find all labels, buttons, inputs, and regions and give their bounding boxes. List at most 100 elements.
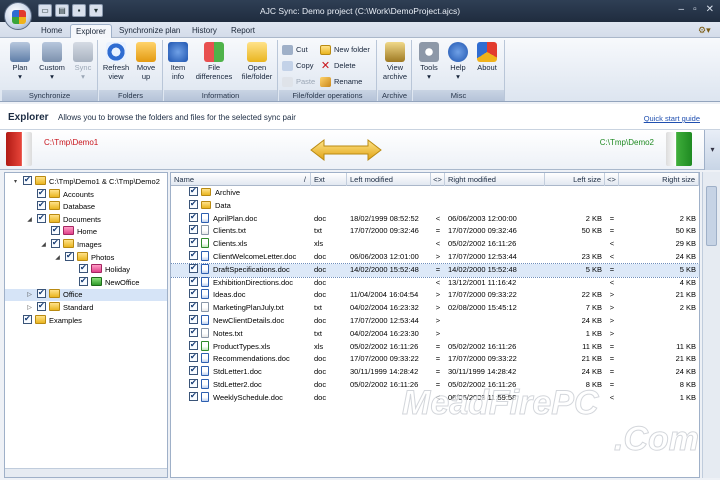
file-checkbox[interactable] (189, 263, 198, 275)
tree-checkbox[interactable] (79, 275, 88, 287)
file-row[interactable]: Clients.txt txt 17/07/2000 09:32:46 = 17/07/… (171, 225, 699, 238)
minimize-button[interactable]: – (679, 4, 685, 15)
tree-checkbox[interactable] (37, 300, 46, 312)
tree-checkbox[interactable] (23, 174, 32, 186)
column-compare-date[interactable]: <> (431, 173, 445, 186)
file-row[interactable]: NewClientDetails.doc doc 17/07/2000 12:53:… (171, 315, 699, 328)
column-name[interactable]: Name / (171, 173, 311, 186)
file-row[interactable]: ExhibitionDirections.doc doc <13/12/2001 1… (171, 276, 699, 290)
sync-button[interactable]: Sync ▾ (70, 42, 96, 81)
file-checkbox[interactable] (189, 187, 198, 198)
file-row[interactable]: ClientWelcomeLetter.doc doc 06/06/2003 12:… (171, 251, 699, 264)
tree-expander-icon[interactable]: ◢ (53, 252, 62, 264)
file-checkbox[interactable] (189, 353, 198, 364)
tree-checkbox[interactable] (37, 212, 46, 224)
tree-checkbox[interactable] (65, 250, 74, 262)
file-list[interactable]: Name / Ext Left modified <> Right modifie… (170, 172, 700, 478)
column-ext[interactable]: Ext (311, 173, 347, 186)
tree-node[interactable]: ◢ Photos (55, 250, 114, 264)
quick-start-link[interactable]: Quick start guide (644, 114, 700, 123)
maximize-button[interactable]: ▫ (693, 4, 697, 15)
plan-button[interactable]: Plan ▾ (6, 42, 34, 81)
cut-button[interactable]: Cut (281, 43, 308, 57)
tree-node[interactable]: ▷ Office (5, 287, 167, 302)
file-row[interactable]: Notes.txt txt 04/02/2004 16:23:30 >1 KB > (171, 327, 699, 341)
file-row[interactable]: ProductTypes.xls xls 05/02/2002 16:11:26 = 0… (171, 340, 699, 354)
file-row[interactable]: WeeklySchedule.doc doc <06/06/2003 11:59:5… (171, 391, 699, 405)
file-row[interactable]: AprilPlan.doc doc 18/02/1999 08:52:52 <06/0… (171, 212, 699, 226)
ribbon-style-icon[interactable]: ⚙▾ (698, 25, 712, 35)
file-checkbox[interactable] (189, 315, 198, 326)
new-folder-button[interactable]: New folder (319, 43, 370, 57)
refresh-view-button[interactable]: Refresh view (101, 42, 131, 81)
column-right-modified[interactable]: Right modified (445, 173, 545, 186)
file-row[interactable]: StdLetter2.doc doc 05/02/2002 16:11:26 = 05/… (171, 379, 699, 392)
tree-expander-icon[interactable]: ▾ (11, 176, 20, 188)
file-checkbox[interactable] (189, 251, 198, 262)
tree-node[interactable]: Accounts (37, 187, 94, 201)
file-row[interactable]: StdLetter1.doc doc 30/11/1999 14:28:42 = 30/… (171, 366, 699, 379)
file-differences-button[interactable]: File differences (192, 42, 236, 81)
scroll-thumb[interactable] (706, 186, 717, 246)
delete-button[interactable]: ✕ Delete (319, 59, 356, 73)
tree-checkbox[interactable] (51, 224, 60, 236)
open-file-folder-button[interactable]: Open file/folder (238, 42, 276, 81)
file-checkbox[interactable] (189, 366, 198, 377)
file-checkbox[interactable] (189, 302, 198, 313)
tools-button[interactable]: Tools ▾ (415, 42, 443, 81)
tree-checkbox[interactable] (37, 187, 46, 199)
file-row[interactable]: Archive (171, 187, 699, 200)
file-checkbox[interactable] (189, 340, 198, 351)
file-checkbox[interactable] (189, 199, 198, 211)
view-archive-button[interactable]: View archive (380, 42, 410, 81)
application-menu-button[interactable] (4, 2, 32, 30)
tree-node[interactable]: NewOffice (79, 275, 139, 289)
vertical-scrollbar[interactable] (702, 172, 720, 478)
file-checkbox[interactable] (189, 289, 198, 300)
file-checkbox[interactable] (189, 276, 198, 287)
column-left-modified[interactable]: Left modified (347, 173, 431, 186)
rename-button[interactable]: Rename (319, 75, 362, 89)
tree-node[interactable]: ▷Standard (27, 300, 93, 314)
file-checkbox[interactable] (189, 238, 198, 249)
copy-button[interactable]: Copy (281, 59, 314, 73)
file-checkbox[interactable] (189, 212, 198, 223)
tab-synchronize-plan[interactable]: Synchronize plan (114, 24, 185, 38)
tab-history[interactable]: History (187, 24, 222, 38)
file-checkbox[interactable] (189, 225, 198, 236)
tree-checkbox[interactable] (79, 262, 88, 274)
tree-checkbox[interactable] (23, 313, 32, 325)
tree-expander-icon[interactable]: ◢ (39, 239, 48, 251)
tree-checkbox[interactable] (37, 199, 46, 211)
close-button[interactable]: ✕ (706, 4, 714, 15)
about-button[interactable]: About (473, 42, 501, 73)
file-row[interactable]: Ideas.doc doc 11/04/2004 16:04:54 >17/07/20… (171, 289, 699, 302)
tree-expander-icon[interactable]: ◢ (25, 214, 34, 226)
paste-button[interactable]: Paste (281, 75, 315, 89)
move-up-button[interactable]: Move up (132, 42, 160, 81)
file-checkbox[interactable] (189, 391, 198, 403)
file-checkbox[interactable] (189, 327, 198, 339)
tree-node[interactable]: Database (37, 199, 95, 213)
column-left-size[interactable]: Left size (545, 173, 605, 186)
sync-pair-dropdown[interactable]: ▾ (704, 130, 720, 170)
tree-node[interactable]: ◢ Images (41, 237, 101, 251)
item-info-button[interactable]: Item info (166, 42, 190, 81)
column-compare-size[interactable]: <> (605, 173, 619, 186)
column-right-size[interactable]: Right size (619, 173, 699, 186)
tree-horizontal-scrollbar[interactable] (5, 468, 167, 477)
tree-checkbox[interactable] (37, 287, 46, 299)
file-row[interactable]: Recommendations.doc doc 17/07/2000 09:33:2… (171, 353, 699, 366)
custom-button[interactable]: Custom ▾ (36, 42, 68, 81)
tab-report[interactable]: Report (226, 24, 260, 38)
folder-tree[interactable]: ▾ C:\Tmp\Demo1 & C:\Tmp\Demo2 Accounts Data… (4, 172, 168, 478)
tree-node[interactable]: Examples (23, 313, 82, 327)
tab-explorer[interactable]: Explorer (70, 24, 112, 38)
file-checkbox[interactable] (189, 379, 198, 390)
tree-expander-icon[interactable]: ▷ (25, 289, 34, 301)
tab-home[interactable]: Home (36, 24, 67, 38)
file-row[interactable]: Data (171, 199, 699, 213)
file-row[interactable]: Clients.xls xls <05/02/2002 16:11:26 <29 KB (171, 238, 699, 251)
file-row[interactable]: MarketingPlanJuly.txt txt 04/02/2004 16:23… (171, 302, 699, 315)
tree-node[interactable]: ◢ Documents (27, 212, 101, 226)
